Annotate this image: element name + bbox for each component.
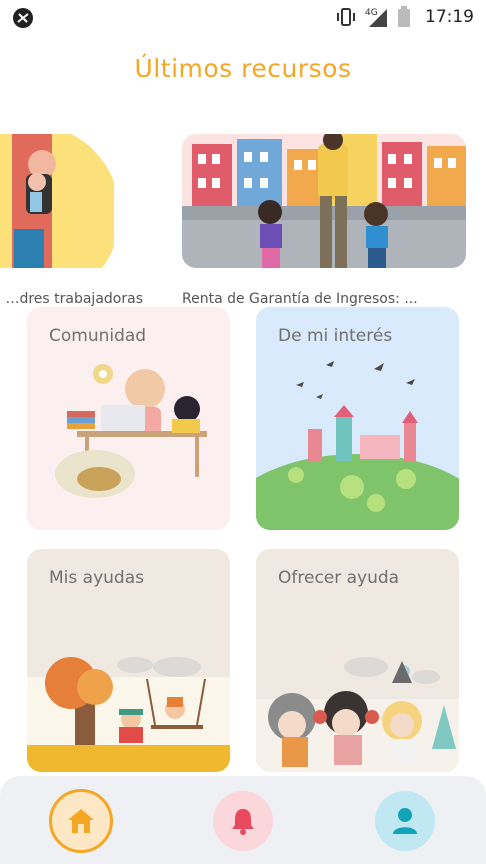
tile-de-mi-interes[interactable]: De mi interés — [256, 307, 459, 530]
resource-label: Renta de Garantía de Ingresos: ... — [182, 291, 418, 307]
resource-card[interactable]: Renta de Garantía de Ingresos: ... — [182, 134, 466, 307]
tile-mis-ayudas[interactable]: Mis ayudas — [27, 549, 230, 772]
tile-label: Mis ayudas — [49, 568, 144, 588]
battery-icon — [398, 6, 410, 27]
user-icon — [393, 808, 417, 834]
resource-image — [182, 134, 466, 268]
tile-label: Comunidad — [49, 326, 147, 346]
no-sync-icon — [13, 8, 33, 28]
vibrate-icon — [337, 8, 355, 26]
bottom-navigation — [0, 776, 486, 864]
tile-label: De mi interés — [278, 326, 393, 346]
resource-card[interactable]: Ayudas para madres trabajadoras — [0, 134, 143, 307]
resources-carousel[interactable]: Ayudas para madres trabajadoras — [0, 134, 486, 314]
network-type: 4G — [365, 8, 378, 18]
bell-icon — [232, 809, 254, 835]
nav-profile-button[interactable] — [375, 791, 435, 851]
status-bar: 4G 17:19 — [0, 0, 486, 34]
resource-label: Ayudas para madres trabajadoras — [0, 291, 143, 307]
nav-home-button[interactable] — [49, 789, 113, 853]
tile-comunidad[interactable]: Comunidad — [27, 307, 230, 530]
status-time: 17:19 — [425, 7, 474, 27]
page-title: Últimos recursos — [134, 54, 352, 83]
nav-notifications-button[interactable] — [213, 791, 273, 851]
resource-image — [0, 134, 114, 268]
tile-label: Ofrecer ayuda — [278, 568, 400, 588]
home-icon — [68, 809, 94, 833]
tile-ofrecer-ayuda[interactable]: Ofrecer ayuda — [256, 549, 459, 772]
signal-icon: 4G — [365, 8, 387, 27]
